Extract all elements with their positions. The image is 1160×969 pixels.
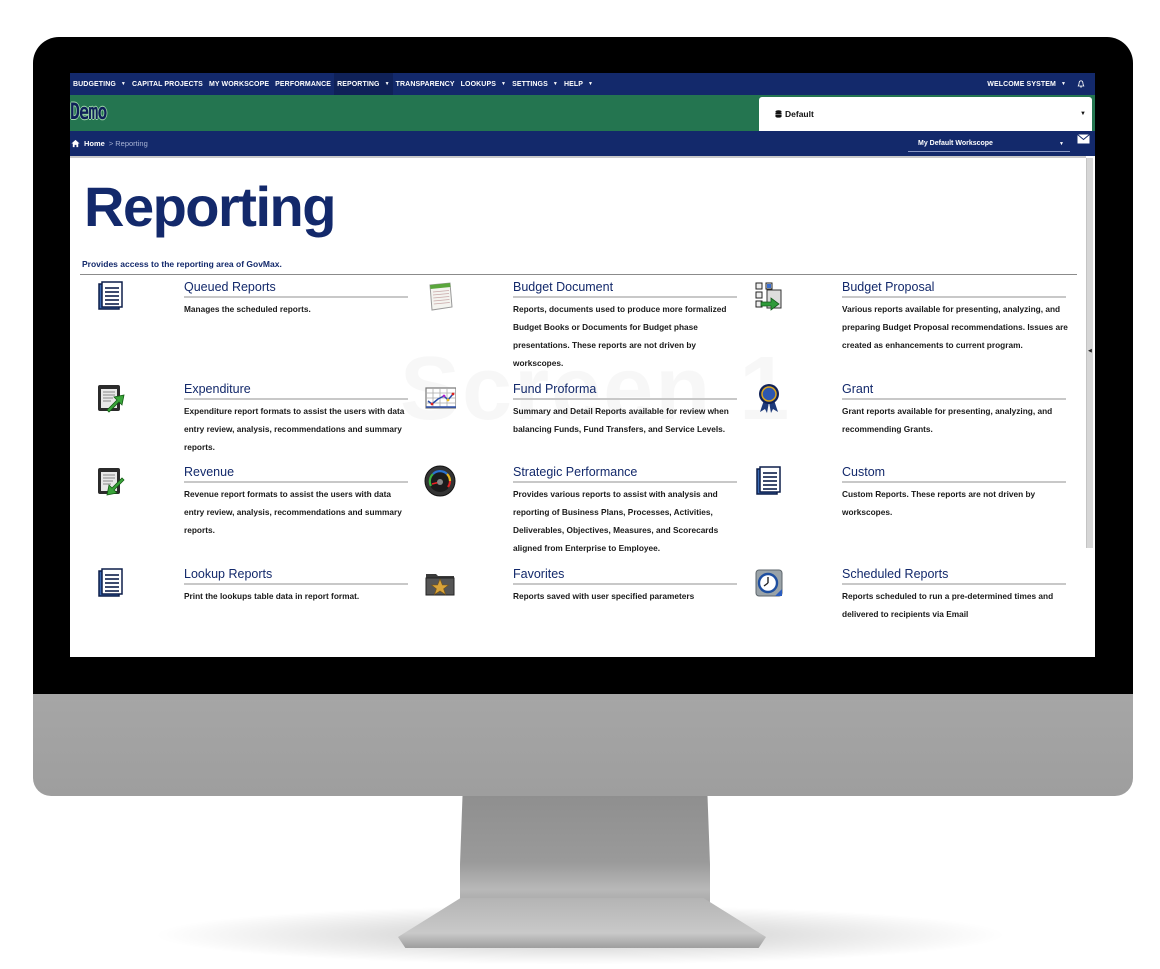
user-label: WELCOME SYSTEM xyxy=(987,80,1056,88)
star-folder-icon xyxy=(425,574,455,596)
monitor-chin xyxy=(33,694,1133,796)
brand-bar: Demo Default ▼ xyxy=(70,95,1095,131)
nav-label: CAPITAL PROJECTS xyxy=(131,80,203,88)
tile-description: Manages the scheduled reports. xyxy=(184,304,311,314)
nav-label: SETTINGS xyxy=(512,80,548,88)
tile-title[interactable]: Scheduled Reports xyxy=(842,567,1066,585)
tile-description: Grant reports available for presenting, … xyxy=(842,406,1053,434)
chevron-down-icon: ▼ xyxy=(501,81,507,87)
bell-icon[interactable] xyxy=(1077,80,1085,88)
app-logo[interactable]: Demo xyxy=(70,100,107,125)
clock-report-icon xyxy=(755,569,783,597)
home-icon[interactable] xyxy=(71,139,80,148)
tile-title[interactable]: Budget Proposal xyxy=(842,280,1066,298)
notepad-icon xyxy=(429,282,453,311)
nav-performance[interactable]: PERFORMANCE xyxy=(272,73,334,95)
page-title: Reporting xyxy=(84,175,336,238)
report-arrow-out-icon xyxy=(98,385,125,413)
tile-description: Summary and Detail Reports available for… xyxy=(513,406,729,434)
top-navigation: BUDGETING ▼ CAPITAL PROJECTS MY WORKSCOPE… xyxy=(70,73,1095,95)
chevron-down-icon: ▼ xyxy=(1060,81,1066,87)
tile-title[interactable]: Grant xyxy=(842,382,1066,400)
chevron-down-icon: ▼ xyxy=(552,81,558,87)
breadcrumb-home[interactable]: Home xyxy=(84,139,105,148)
app-screen: BUDGETING ▼ CAPITAL PROJECTS MY WORKSCOPE… xyxy=(70,73,1095,657)
nav-label: PERFORMANCE xyxy=(275,80,332,88)
tile-title[interactable]: Fund Proforma xyxy=(513,382,737,400)
gauge-icon xyxy=(424,465,456,497)
report-arrow-in-icon xyxy=(98,468,125,496)
database-icon xyxy=(775,110,782,118)
nav-my-workscope[interactable]: MY WORKSCOPE xyxy=(206,73,272,95)
nav-label: HELP xyxy=(563,80,584,88)
nav-help[interactable]: HELP ▼ xyxy=(561,73,596,95)
tile-description: Reports, documents used to produce more … xyxy=(513,304,727,368)
workscope-select[interactable]: My Default Workscope ▼ xyxy=(908,136,1070,152)
tile-title[interactable]: Budget Document xyxy=(513,280,737,298)
user-menu[interactable]: WELCOME SYSTEM ▼ xyxy=(984,73,1069,95)
tile-description: Expenditure report formats to assist the… xyxy=(184,406,405,452)
award-ribbon-icon xyxy=(759,384,779,413)
chevron-down-icon: ▼ xyxy=(1080,111,1086,117)
tile-title[interactable]: Expenditure xyxy=(184,382,408,400)
tile-title[interactable]: Lookup Reports xyxy=(184,567,408,585)
nav-transparency[interactable]: TRANSPARENCY xyxy=(393,73,458,95)
tile-title[interactable]: Strategic Performance xyxy=(513,465,737,483)
monitor-stand-base xyxy=(398,898,766,948)
nav-label: TRANSPARENCY xyxy=(395,80,455,88)
tile-title[interactable]: Queued Reports xyxy=(184,280,408,298)
chevron-down-icon: ▼ xyxy=(1059,140,1064,147)
monitor-stand-neck xyxy=(460,796,710,906)
main-content: Screen 1 Reporting Provides access to th… xyxy=(70,156,1086,657)
chevron-down-icon: ▼ xyxy=(120,81,126,87)
breadcrumb-separator: > xyxy=(108,139,114,148)
chevron-down-icon: ▼ xyxy=(384,81,390,87)
nav-label: LOOKUPS xyxy=(460,80,496,88)
tile-title[interactable]: Custom xyxy=(842,465,1066,483)
nav-settings[interactable]: SETTINGS ▼ xyxy=(509,73,561,95)
workscope-select-value: My Default Workscope xyxy=(918,140,993,147)
database-select[interactable]: Default ▼ xyxy=(759,97,1092,131)
document-list-icon xyxy=(98,568,123,597)
tile-description: Reports saved with user specified parame… xyxy=(513,591,695,601)
document-list-icon xyxy=(98,281,123,310)
tile-description: Various reports available for presenting… xyxy=(842,304,1068,350)
tile-description: Provides various reports to assist with … xyxy=(513,489,719,553)
tile-title[interactable]: Favorites xyxy=(513,567,737,585)
document-list-icon xyxy=(756,466,781,495)
monitor-mockup: BUDGETING ▼ CAPITAL PROJECTS MY WORKSCOPE… xyxy=(0,0,1160,969)
tile-description: Reports scheduled to run a pre-determine… xyxy=(842,591,1054,619)
line-chart-icon xyxy=(425,387,456,409)
tile-description: Custom Reports. These reports are not dr… xyxy=(842,489,1036,517)
page-subtitle: Provides access to the reporting area of… xyxy=(82,259,282,269)
nav-label: MY WORKSCOPE xyxy=(208,80,270,88)
nav-lookups[interactable]: LOOKUPS ▼ xyxy=(458,73,509,95)
tile-description: Revenue report formats to assist the use… xyxy=(184,489,402,535)
chevron-down-icon: ▼ xyxy=(588,81,594,87)
vertical-scrollbar[interactable]: ◀ xyxy=(1086,158,1093,548)
database-select-value: Default xyxy=(785,109,814,119)
breadcrumb-current: Reporting xyxy=(115,139,148,148)
proposal-network-icon xyxy=(755,282,782,311)
envelope-icon[interactable] xyxy=(1077,134,1090,144)
nav-budgeting[interactable]: BUDGETING ▼ xyxy=(70,73,129,95)
scroll-arrow-icon[interactable]: ◀ xyxy=(1088,348,1092,354)
nav-label: BUDGETING xyxy=(73,80,116,88)
breadcrumb: Home > Reporting My Default Workscope ▼ xyxy=(70,131,1095,156)
tile-title[interactable]: Revenue xyxy=(184,465,408,483)
nav-label: REPORTING xyxy=(337,80,380,88)
nav-capital-projects[interactable]: CAPITAL PROJECTS xyxy=(129,73,206,95)
tile-description: Print the lookups table data in report f… xyxy=(184,591,360,601)
divider xyxy=(80,274,1077,275)
nav-reporting[interactable]: REPORTING ▼ xyxy=(334,73,393,95)
